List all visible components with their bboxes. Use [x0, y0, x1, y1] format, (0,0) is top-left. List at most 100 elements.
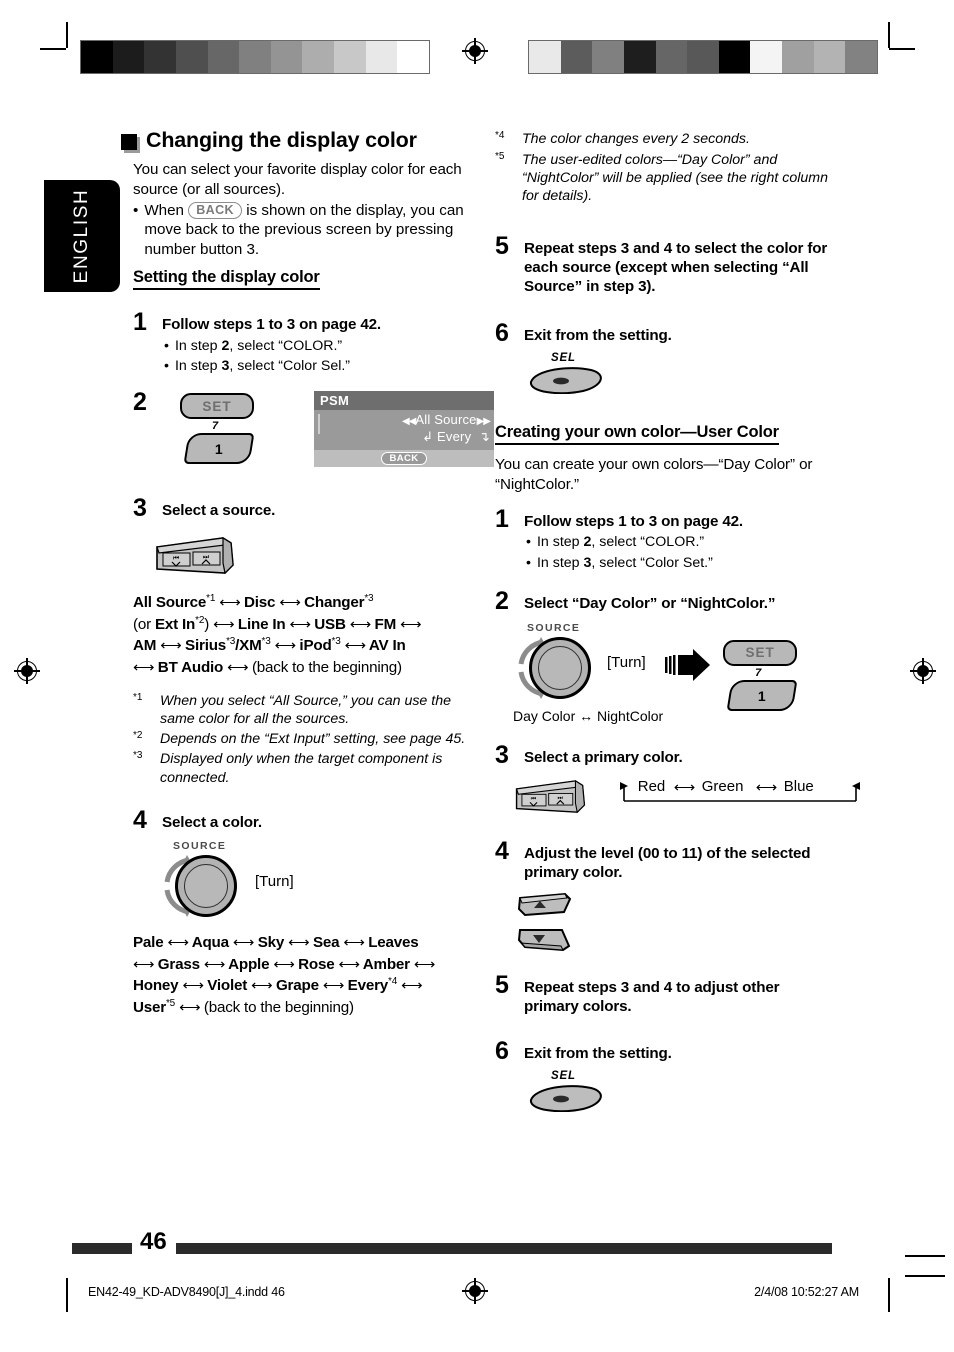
step-4: 4 Select a color. — [133, 805, 475, 834]
user-step-5-text: Repeat steps 3 and 4 to adjust other pri… — [524, 978, 780, 1016]
button-tick-label: 7 — [211, 420, 219, 433]
dial-turn-label: [Turn] — [255, 872, 294, 890]
crop-mark-top-left-h — [40, 48, 66, 50]
primary-color-row: ⏮ ⏭ Red ⟷ Green ⟷ Blue — [513, 776, 860, 818]
user-step-1-sub-2: • In step 3, select “Color Set.” — [526, 554, 713, 571]
rgb-loop-diagram: Red ⟷ Green ⟷ Blue — [616, 777, 860, 817]
source-chain-line-1: All Source*1 ⟷ Disc ⟷ Changer*3 — [133, 593, 374, 612]
user-dial-group: SOURCE [Turn] Day Color ↔ NightColor SET… — [513, 621, 837, 724]
calibration-swatch-3 — [175, 41, 208, 73]
svg-text:⏮: ⏮ — [531, 795, 537, 802]
psm-line-2: ↲ Every ↴ — [422, 429, 490, 445]
sel-button-group-1: SEL — [525, 352, 617, 399]
color-chain-line-1: Pale ⟷ Aqua ⟷ Sky ⟷ Sea ⟷ Leaves — [133, 934, 419, 952]
footer-rule-right — [176, 1243, 832, 1254]
level-down-paddle-icon — [517, 928, 571, 951]
calibration-swatch-7 — [750, 41, 783, 73]
calibration-swatch-8 — [782, 41, 814, 73]
user-step-6: 6 Exit from the setting. — [495, 1039, 837, 1064]
source-rocker-button-graphic: ⏮ ⏭ — [153, 535, 475, 582]
user-step-5: 5 Repeat steps 3 and 4 to adjust other p… — [495, 972, 837, 1016]
step-3-number: 3 — [133, 494, 147, 523]
psm-prev-icon: ◀◀ — [401, 416, 416, 428]
step-4-number: 4 — [133, 805, 147, 834]
step-4-text: Select a color. — [162, 813, 262, 831]
language-tab: ENGLISH — [44, 180, 120, 292]
sel-button-icon — [530, 1085, 602, 1113]
calibration-swatch-5 — [239, 41, 271, 73]
step-5-text: Repeat steps 3 and 4 to select the color… — [524, 239, 828, 296]
source-dial-graphic: SOURCE — [159, 840, 251, 920]
step-1-text: Follow steps 1 to 3 on page 42. — [162, 315, 381, 333]
user-number-button-1-graphic: 1 — [726, 679, 798, 711]
calibration-swatch-2 — [144, 41, 176, 73]
user-dial-source-label: SOURCE — [527, 621, 581, 634]
registration-mark-left — [14, 658, 40, 684]
psm-line-1: ◀◀All Source▶▶ — [401, 412, 491, 428]
level-up-paddle-icon — [517, 892, 572, 917]
crop-mark-top-left — [66, 22, 68, 48]
dial-source-label: SOURCE — [173, 840, 227, 853]
page-title: Changing the display color — [121, 128, 475, 153]
footnote-3: *3 Displayed only when the target compon… — [133, 750, 475, 786]
user-step-2-text: Select “Day Color” or “NightColor.” — [524, 595, 776, 613]
step-1-sub-1: • In step 2, select “COLOR.” — [164, 337, 343, 354]
user-step-3-text: Select a primary color. — [524, 748, 683, 766]
psm-screen: ◀◀All Source▶▶ ↲ Every ↴ — [314, 410, 494, 451]
calibration-swatch-4 — [207, 41, 240, 73]
rocker-icon: ⏮ ⏭ — [515, 779, 586, 813]
primary-color-red: Red — [637, 777, 666, 795]
manual-page: ENGLISH Changing the display color You c… — [0, 0, 954, 1352]
rgb-arrow-2-icon: ⟷ — [755, 778, 777, 796]
sel-label: SEL — [551, 352, 576, 365]
registration-mark-bottom-center — [462, 1278, 488, 1304]
footnote-1: *1 When you select “All Source,” you can… — [133, 692, 475, 728]
dial-knob-icon — [175, 855, 237, 918]
language-tab-label: ENGLISH — [71, 188, 92, 284]
step-5: 5 Repeat steps 3 and 4 to select the col… — [495, 231, 837, 296]
footnote-2-mark: *2 — [133, 729, 143, 741]
user-step-2-number: 2 — [495, 587, 509, 616]
source-chain: All Source*1 ⟷ Disc ⟷ Changer*3 (or Ext … — [133, 592, 475, 679]
calibration-swatch-1 — [112, 41, 145, 73]
set-button-graphic: SET — [180, 393, 254, 420]
edge-rule-right-top — [905, 1255, 945, 1257]
user-step-3: 3 Select a primary color. — [495, 740, 837, 769]
footnote-4-mark: *4 — [495, 130, 505, 141]
step-2-number: 2 — [133, 388, 147, 417]
calibration-swatch-0 — [81, 41, 113, 73]
psm-cursor — [318, 414, 320, 435]
bullet-dot-icon: • — [526, 554, 531, 571]
calibration-swatch-6 — [270, 41, 303, 73]
registration-mark-top-center — [462, 38, 488, 64]
psm-arrow-right-icon: ↴ — [478, 429, 490, 445]
user-step-3-number: 3 — [495, 740, 509, 769]
user-button-tick-label: 7 — [755, 666, 762, 679]
calibration-swatch-5 — [687, 41, 719, 73]
calibration-swatch-6 — [718, 41, 751, 73]
bullet-dot-icon: • — [164, 337, 169, 354]
day-night-toggle-label: Day Color ↔ NightColor — [513, 707, 664, 724]
arrow-right-icon — [665, 648, 711, 681]
user-step-4-text: Adjust the level (00 to 11) of the selec… — [524, 844, 811, 881]
crop-mark-bottom-left — [66, 1278, 68, 1312]
footnote-1-text: When you select “All Source,” you can us… — [160, 692, 451, 727]
primary-color-green: Green — [701, 777, 744, 795]
level-paddles-group — [517, 892, 837, 952]
user-set-button-graphic: SET — [723, 639, 798, 666]
calibration-swatch-7 — [302, 41, 335, 73]
calibration-swatch-4 — [655, 41, 688, 73]
step-1-sub-2: • In step 3, select “Color Sel.” — [164, 357, 351, 374]
crop-mark-top-right — [888, 22, 890, 48]
rgb-arrow-1-icon: ⟷ — [673, 778, 695, 796]
bullet-dot-icon: • — [526, 534, 531, 551]
section-marker-icon — [121, 134, 137, 150]
source-chain-line-4: ⟷ BT Audio ⟷ (back to the beginning) — [133, 659, 402, 677]
color-chain-line-3: Honey ⟷ Violet ⟷ Grape ⟷ Every*4 ⟷ — [133, 976, 423, 995]
source-chain-line-2: (or Ext In*2) ⟷ Line In ⟷ USB ⟷ FM ⟷ — [133, 614, 422, 633]
step-3-text: Select a source. — [162, 502, 276, 520]
crop-mark-bottom-right — [888, 1278, 890, 1312]
step-2: 2 SET 7 1 PSM ◀◀All Source▶▶ ↲ Every ↴ B… — [133, 388, 494, 487]
primary-color-blue: Blue — [783, 777, 814, 795]
step-5-number: 5 — [495, 231, 509, 260]
